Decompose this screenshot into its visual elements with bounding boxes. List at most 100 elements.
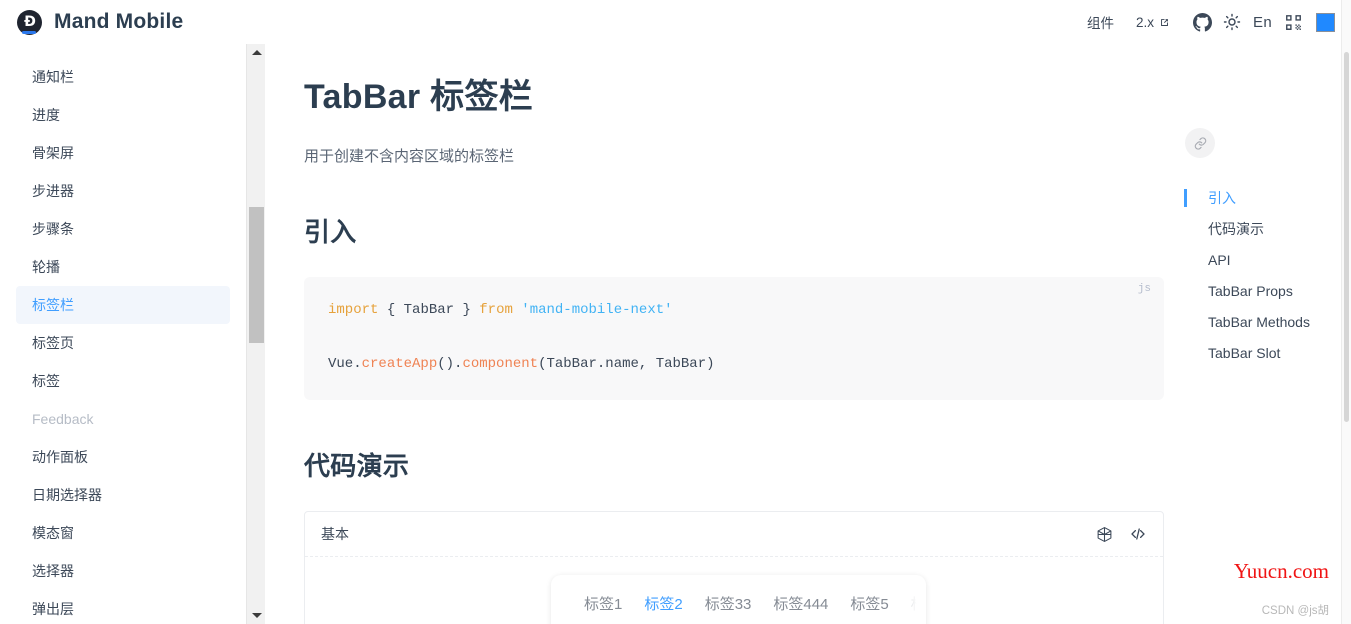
sidebar-item-label: 选择器 <box>32 563 74 579</box>
sidebar-item-11[interactable]: 日期选择器 <box>16 476 230 514</box>
code-token-vue: Vue. <box>328 356 362 373</box>
sidebar-item-label: 日期选择器 <box>32 487 102 503</box>
sidebar-group-9: Feedback <box>16 400 230 438</box>
toc-item-label: 代码演示 <box>1208 220 1264 237</box>
toc-item-0[interactable]: 引入 <box>1180 182 1335 213</box>
qrcode-icon[interactable] <box>1278 0 1308 44</box>
logo-letter: Ð <box>24 14 36 30</box>
sidebar-item-label: 弹出层 <box>32 601 74 617</box>
demo-title: 基本 <box>321 526 349 543</box>
sidebar-item-12[interactable]: 模态窗 <box>16 514 230 552</box>
brand-link[interactable]: Ð Mand Mobile <box>0 9 184 35</box>
tabbar: 标签1标签2标签33标签444标签5标签6 <box>551 575 926 624</box>
sidebar-item-8[interactable]: 标签 <box>16 362 230 400</box>
sidebar-item-label: 标签栏 <box>32 297 74 313</box>
code-token-from: from <box>479 301 513 318</box>
cube-icon[interactable] <box>1096 526 1113 543</box>
section-heading-demo: 代码演示 <box>304 451 410 482</box>
header-nav: 组件 2.x En <box>1076 0 1351 44</box>
watermark-primary: Yuucn.com <box>1233 559 1329 583</box>
nav-version-label: 2.x <box>1136 14 1155 30</box>
toc-item-label: API <box>1208 251 1231 268</box>
demo-card-header: 基本 <box>305 512 1163 558</box>
sidebar-item-5[interactable]: 轮播 <box>16 248 230 286</box>
doc-body: TabBar 标签栏 用于创建不含内容区域的标签栏 引入 js import {… <box>266 44 1166 624</box>
sidebar-item-3[interactable]: 步进器 <box>16 172 230 210</box>
nav-components-label: 组件 <box>1087 16 1115 31</box>
toc-item-label: TabBar Slot <box>1208 344 1281 361</box>
table-of-contents: 引入代码演示 API TabBar Props TabBar Methods TabBa… <box>1180 44 1335 368</box>
tabbar-demo-panel: 标签1标签2标签33标签444标签5标签6 <box>551 575 926 624</box>
toc-item-label: 引入 <box>1208 189 1236 206</box>
nav-components[interactable]: 组件 <box>1076 0 1125 44</box>
sidebar-item-14[interactable]: 弹出层 <box>16 590 230 624</box>
sun-icon[interactable] <box>1217 0 1247 44</box>
sidebar-item-label: 轮播 <box>32 259 60 275</box>
sidebar-item-10[interactable]: 动作面板 <box>16 438 230 476</box>
toc-item-2[interactable]: API <box>1180 244 1335 275</box>
sidebar-item-13[interactable]: 选择器 <box>16 552 230 590</box>
github-icon[interactable] <box>1187 0 1217 44</box>
sidebar-scrollbar-thumb[interactable] <box>249 207 264 343</box>
theme-color-swatch[interactable] <box>1316 12 1335 32</box>
page-scrollbar-thumb[interactable] <box>1344 52 1349 422</box>
toc-item-5[interactable]: TabBar Slot <box>1180 337 1335 368</box>
sidebar-item-4[interactable]: 步骤条 <box>16 210 230 248</box>
sidebar-item-label: Feedback <box>32 411 94 427</box>
code-token-paren1: (). <box>437 356 463 373</box>
sidebar: 通知栏进度骨架屏步进器步骤条轮播标签栏标签页标签 Feedback 动作面板日期选择… <box>0 44 246 624</box>
sidebar-item-1[interactable]: 进度 <box>16 96 230 134</box>
tabbar-tab-1[interactable]: 标签2 <box>633 575 693 614</box>
section-heading-import: 引入 <box>304 216 357 247</box>
code-lang-label: js <box>1137 282 1151 295</box>
code-token-brace-open: { <box>378 301 404 318</box>
sidebar-item-label: 标签页 <box>32 335 74 351</box>
code-token-component: component <box>462 356 539 373</box>
toc-item-label: TabBar Methods <box>1208 313 1310 330</box>
code-token-args: (TabBar.name, TabBar) <box>538 356 715 373</box>
sidebar-item-label: 进度 <box>32 107 60 123</box>
sidebar-item-label: 动作面板 <box>32 449 88 465</box>
sidebar-item-2[interactable]: 骨架屏 <box>16 134 230 172</box>
tabbar-tab-5[interactable]: 标签6 <box>900 575 926 614</box>
external-link-icon <box>1159 17 1170 28</box>
sidebar-item-label: 骨架屏 <box>32 145 74 161</box>
toc-list: 引入代码演示 API TabBar Props TabBar Methods TabBa… <box>1180 182 1335 368</box>
nav-version[interactable]: 2.x <box>1125 0 1181 44</box>
sidebar-item-label: 步进器 <box>32 183 74 199</box>
sidebar-item-0[interactable]: 通知栏 <box>16 58 230 96</box>
scroll-up-arrow[interactable] <box>247 44 266 61</box>
page-subtitle: 用于创建不含内容区域的标签栏 <box>304 147 515 165</box>
tabbar-tab-3[interactable]: 标签444 <box>762 575 839 614</box>
toc-item-4[interactable]: TabBar Methods <box>1180 306 1335 337</box>
language-switch[interactable]: En <box>1247 14 1278 31</box>
sidebar-list: 通知栏进度骨架屏步进器步骤条轮播标签栏标签页标签 Feedback 动作面板日期选择… <box>0 44 246 624</box>
scroll-down-arrow[interactable] <box>247 607 266 624</box>
demo-toolbar <box>1096 525 1147 543</box>
sidebar-item-6[interactable]: 标签栏 <box>16 286 230 324</box>
page-scrollbar[interactable] <box>1341 0 1351 624</box>
sidebar-item-7[interactable]: 标签页 <box>16 324 230 362</box>
watermark-secondary: CSDN @js胡 <box>1261 605 1329 617</box>
brand-title: Mand Mobile <box>54 10 184 33</box>
code-token-brace-close: } <box>454 301 480 318</box>
code-token-module: 'mand-mobile-next' <box>512 301 673 318</box>
demo-card: 基本 标签1 标签2 标签33 标签444 标签5 标 <box>304 511 1164 624</box>
code-token-import: import <box>328 301 379 318</box>
toc-item-1[interactable]: 代码演示 <box>1180 213 1335 244</box>
code-block-import: js import { TabBar } from 'mand-mobile-n… <box>304 276 1164 401</box>
code-brackets-icon[interactable] <box>1129 525 1147 543</box>
sidebar-item-label: 通知栏 <box>32 69 74 85</box>
code-token-createapp: createApp <box>361 356 438 373</box>
link-icon[interactable] <box>1185 128 1215 158</box>
sidebar-item-label: 步骤条 <box>32 221 74 237</box>
toc-item-3[interactable]: TabBar Props <box>1180 275 1335 306</box>
tabbar-tab-2[interactable]: 标签33 <box>694 575 763 614</box>
code-content: import { TabBar } from 'mand-mobile-next… <box>328 297 1140 379</box>
language-label: En <box>1253 13 1272 31</box>
page-title: TabBar 标签栏 <box>304 78 534 116</box>
sidebar-scrollbar[interactable] <box>246 44 265 624</box>
tabbar-tab-4[interactable]: 标签5 <box>839 575 899 614</box>
tabbar-tab-0[interactable]: 标签1 <box>573 575 633 614</box>
toc-item-label: TabBar Props <box>1208 282 1293 299</box>
